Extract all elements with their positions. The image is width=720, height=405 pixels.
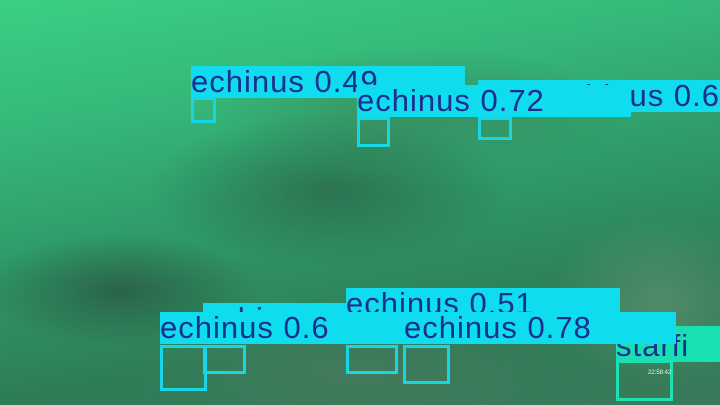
detection-box <box>478 117 512 140</box>
detection-box <box>160 345 207 391</box>
detection-box <box>203 345 246 374</box>
detection-box <box>357 117 390 147</box>
detection-box-starfish <box>616 360 673 401</box>
detection-label: echinus 0.6 <box>160 312 404 344</box>
detection-label: echinus 0.78 <box>404 312 676 344</box>
detection-label: echinus 0.72 <box>357 85 631 117</box>
detection-box <box>403 345 450 384</box>
underwater-scene: echinus 0.6 echinus 0.49 echinus 0.72 ec… <box>0 0 720 405</box>
detection-box <box>191 97 216 123</box>
timestamp: 22:58:42 <box>648 370 672 376</box>
detection-box <box>346 345 398 374</box>
